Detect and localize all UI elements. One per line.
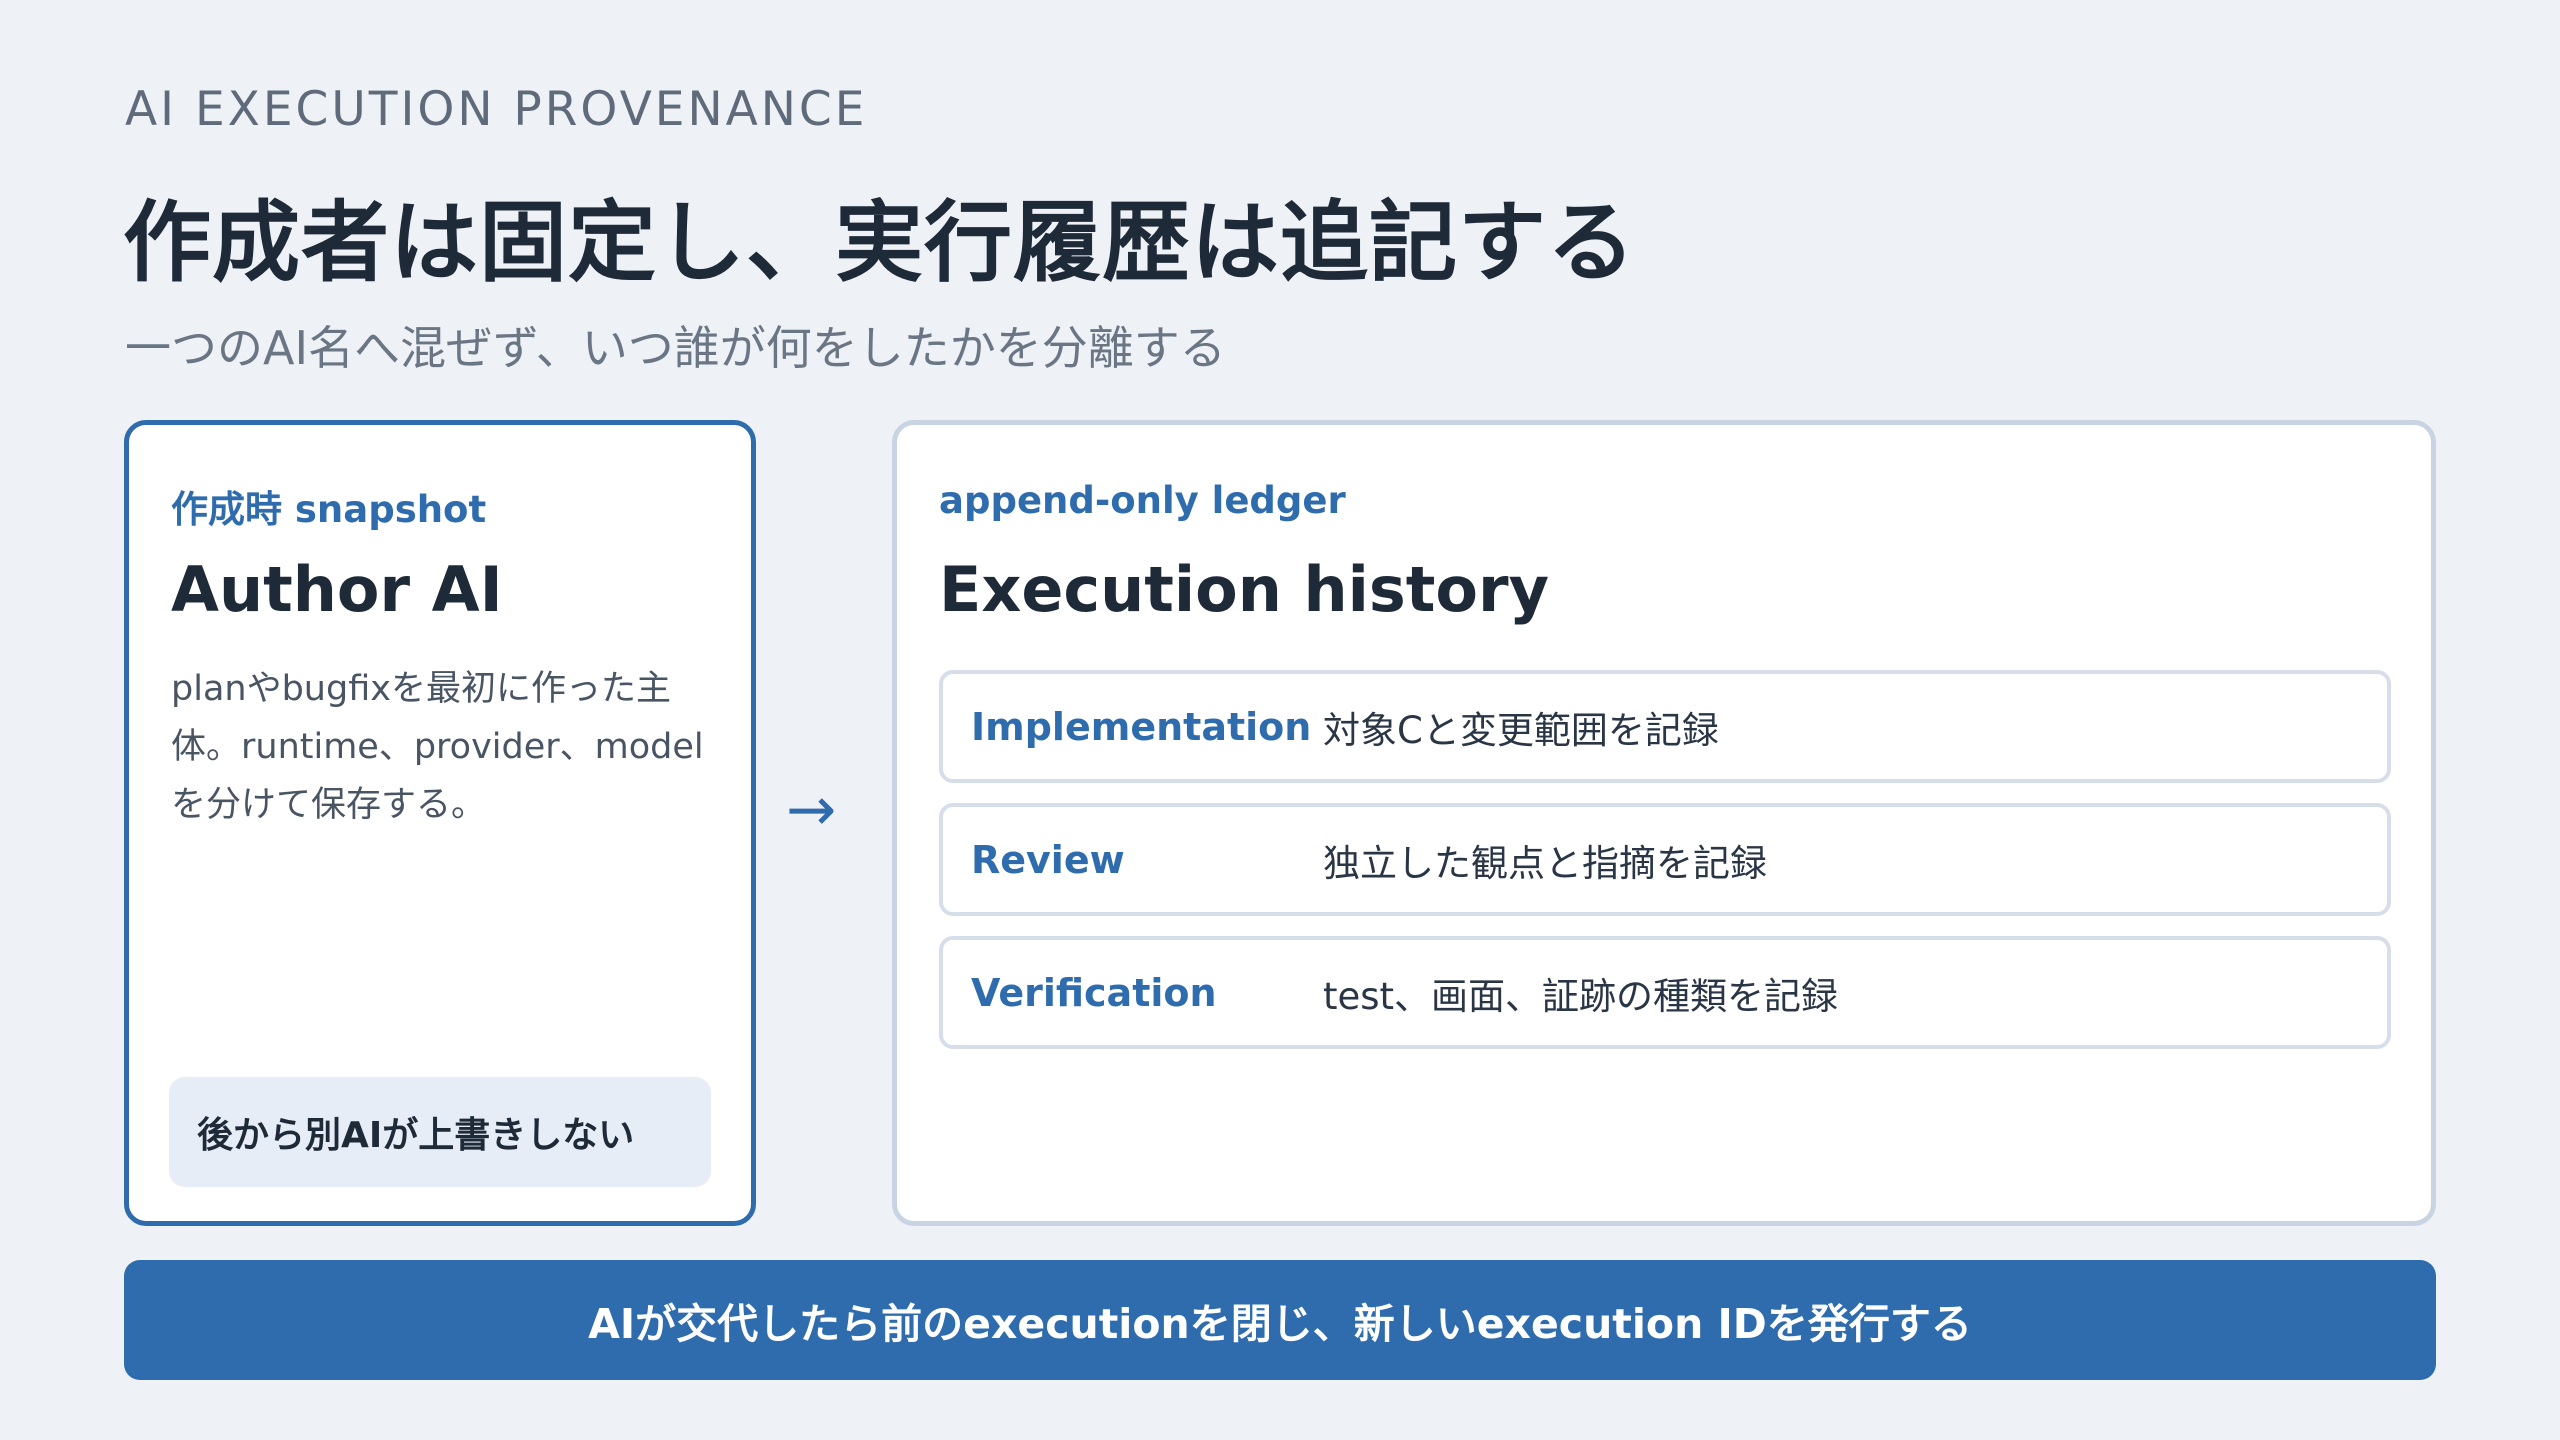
page-subtitle: 一つのAI名へ混ぜず、いつ誰が何をしたかを分離する [125,321,1226,375]
author-card-body: planやbugfixを最初に作った主体。runtime、provider、mo… [171,669,704,825]
arrow-right-icon: → [786,775,837,845]
ledger-list: Implementation 対象Cと変更範囲を記録 Review 独立した観点… [939,670,2391,1069]
ledger-card: append-only ledger Execution history Imp… [892,420,2436,1226]
ledger-row-desc: 対象Cと変更範囲を記録 [1323,708,1719,752]
eyebrow-label: AI EXECUTION PROVENANCE [125,82,868,137]
page-title: 作成者は固定し、実行履歴は追記する [123,191,1637,294]
author-card-heading: Author AI [171,553,503,626]
author-card: 作成時 snapshot Author AI planやbugfixを最初に作っ… [124,420,756,1226]
author-card-label: 作成時 snapshot [171,488,487,531]
ledger-row-verification: Verification test、画面、証跡の種類を記録 [939,936,2391,1049]
ledger-row-implementation: Implementation 対象Cと変更範囲を記録 [939,670,2391,783]
summary-banner: AIが交代したら前のexecutionを閉じ、新しいexecution IDを発… [124,1260,2436,1380]
author-card-note: 後から別AIが上書きしない [169,1077,711,1187]
ledger-row-desc: 独立した観点と指摘を記録 [1323,841,1767,885]
ledger-row-name: Implementation [971,704,1312,749]
ledger-card-heading: Execution history [939,553,1550,626]
ledger-card-label: append-only ledger [939,479,1346,522]
ledger-row-desc: test、画面、証跡の種類を記録 [1323,974,1839,1018]
ledger-row-name: Verification [971,970,1217,1015]
ledger-row-name: Review [971,837,1125,882]
ledger-row-review: Review 独立した観点と指摘を記録 [939,803,2391,916]
